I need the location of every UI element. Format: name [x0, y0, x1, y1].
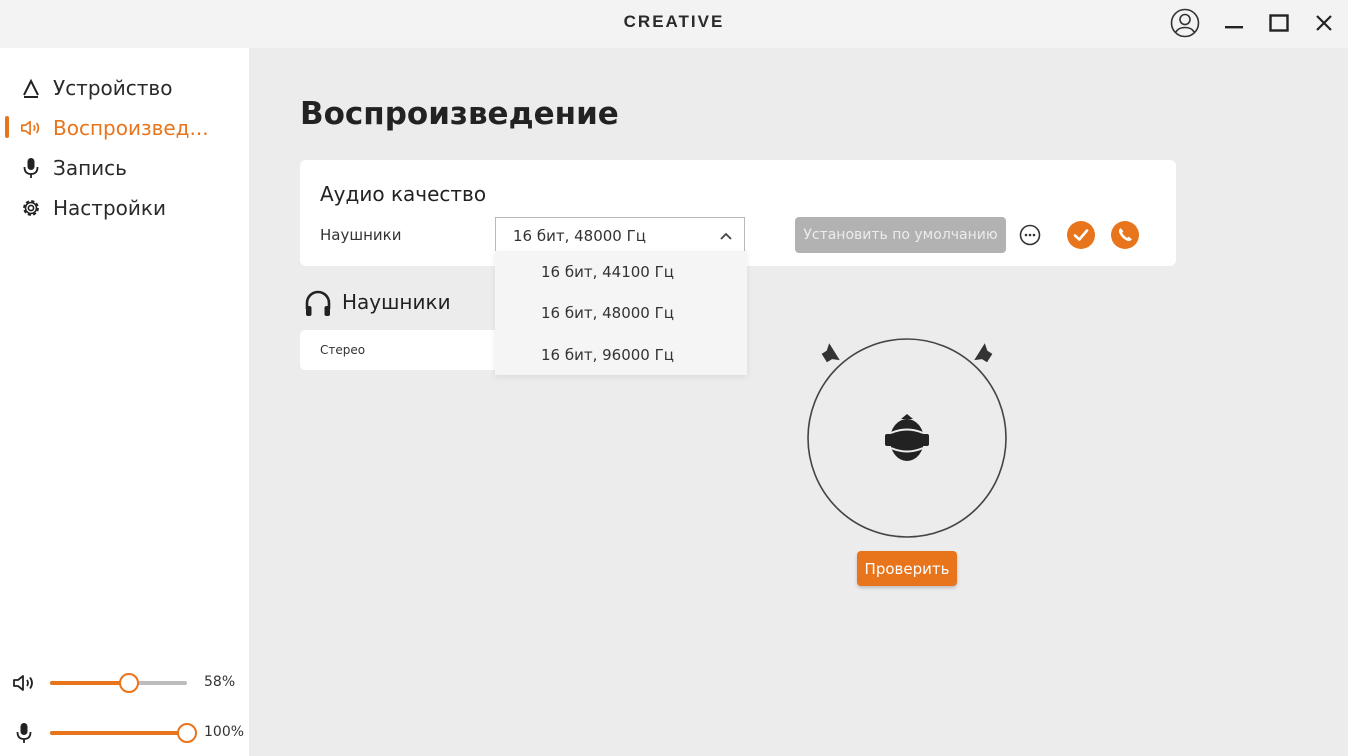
speaker-icon: [20, 117, 42, 139]
audio-quality-select[interactable]: 16 бит, 48000 Гц: [495, 217, 745, 253]
more-icon: [1019, 224, 1041, 246]
set-default-button[interactable]: Установить по умолчанию: [795, 217, 1006, 253]
maximize-icon: [1269, 14, 1289, 32]
slider-fill: [50, 681, 129, 685]
playback-volume-control: 58%: [0, 668, 249, 698]
headphones-mode-tab[interactable]: Стерео: [300, 330, 496, 370]
sidebar-item-device[interactable]: Устройство: [0, 70, 249, 106]
headphones-title: Наушники: [342, 290, 451, 314]
audio-quality-title: Аудио качество: [320, 182, 487, 206]
brand-logo: CREATIVE: [623, 12, 725, 31]
sidebar-item-record[interactable]: Запись: [0, 150, 249, 186]
sidebar-item-label: Запись: [53, 156, 127, 180]
checkmark-icon: [1067, 221, 1095, 249]
dropdown-option-label: 16 бит, 96000 Гц: [541, 345, 674, 364]
microphone-icon: [20, 157, 42, 179]
device-icon: [20, 77, 42, 99]
select-value: 16 бит, 48000 Гц: [513, 227, 646, 245]
minimize-button[interactable]: [1216, 6, 1252, 40]
right-speaker-icon[interactable]: [974, 343, 995, 366]
slider-thumb[interactable]: [119, 673, 139, 693]
dropdown-option[interactable]: 16 бит, 48000 Гц: [495, 292, 747, 333]
audio-quality-dropdown: 16 бит, 44100 Гц 16 бит, 48000 Гц 16 бит…: [495, 251, 747, 375]
sidebar-item-label: Устройство: [53, 76, 173, 100]
dropdown-option-label: 16 бит, 48000 Гц: [541, 303, 674, 322]
mic-volume-value: 100%: [204, 724, 245, 740]
dropdown-option[interactable]: 16 бит, 96000 Гц: [495, 334, 747, 375]
slider-fill: [50, 731, 187, 735]
speaker-visualization: [800, 330, 1010, 550]
sidebar-item-label: Настройки: [53, 196, 166, 220]
minimize-icon: [1225, 26, 1243, 29]
phone-icon: [1111, 221, 1139, 249]
maximize-button[interactable]: [1261, 6, 1297, 40]
speaker-icon: [12, 672, 36, 694]
playback-volume-value: 58%: [204, 674, 236, 690]
dropdown-option[interactable]: 16 бит, 44100 Гц: [495, 251, 747, 292]
sidebar-item-label: Воспроизвед...: [53, 116, 209, 140]
title-bar: CREATIVE: [0, 0, 1348, 48]
more-options-button[interactable]: [1016, 221, 1044, 249]
close-icon: [1316, 15, 1332, 31]
headphones-icon: [302, 287, 334, 319]
mic-volume-control: 100%: [0, 718, 249, 748]
listener-head-icon: [885, 414, 929, 461]
page-title: Воспроизведение: [300, 96, 619, 132]
sidebar: Устройство Воспроизвед... Запись Настрой…: [0, 48, 249, 756]
default-device-button[interactable]: [1067, 221, 1095, 249]
gear-icon: [20, 197, 42, 219]
playback-volume-slider[interactable]: [50, 673, 187, 693]
dropdown-option-label: 16 бит, 44100 Гц: [541, 262, 674, 281]
microphone-icon: [12, 722, 36, 744]
slider-thumb[interactable]: [177, 723, 197, 743]
test-button[interactable]: Проверить: [857, 551, 957, 586]
close-button[interactable]: [1306, 6, 1342, 40]
default-communication-button[interactable]: [1111, 221, 1139, 249]
mic-volume-slider[interactable]: [50, 723, 197, 743]
left-speaker-icon[interactable]: [819, 343, 840, 366]
user-icon: [1170, 8, 1200, 38]
chevron-up-icon: [718, 228, 734, 244]
user-account-button[interactable]: [1167, 6, 1203, 40]
device-label: Наушники: [320, 226, 402, 244]
sidebar-item-playback[interactable]: Воспроизвед...: [0, 110, 249, 146]
sidebar-item-settings[interactable]: Настройки: [0, 190, 249, 226]
headphones-mode-label: Стерео: [320, 343, 366, 357]
